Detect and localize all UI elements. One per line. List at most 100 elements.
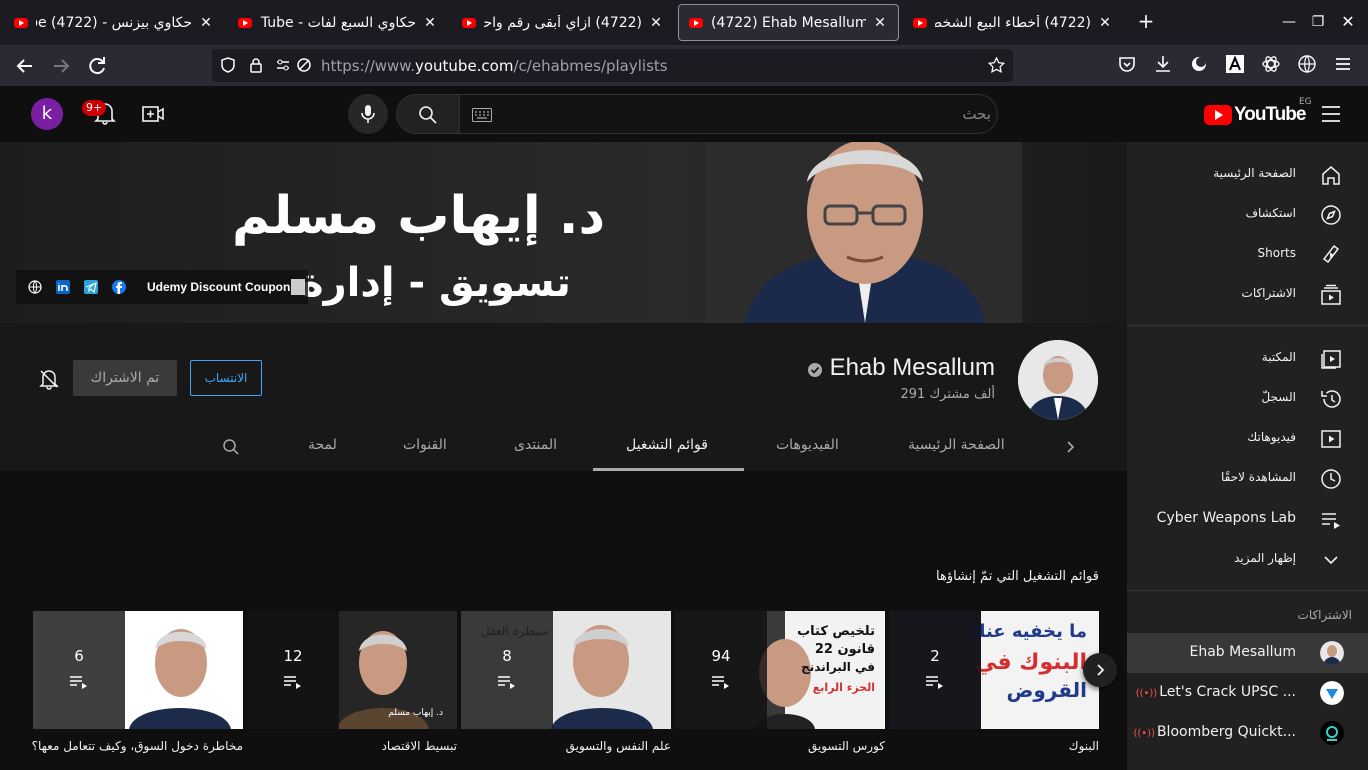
tab-channels[interactable]: القنوات (403, 437, 447, 453)
tab-home[interactable]: الصفحة الرئيسية (908, 437, 1005, 453)
playlist-title[interactable]: تبسيط الاقتصاد (382, 739, 457, 753)
close-tab-icon[interactable]: ✕ (422, 15, 438, 31)
browser-navigation-bar: https://www.youtube.com/c/ehabmes/playli… (0, 45, 1368, 86)
linkedin-icon[interactable] (56, 280, 70, 294)
video-count: 6 (74, 647, 84, 665)
close-window-icon[interactable]: ✕ (1338, 12, 1358, 32)
new-tab-icon[interactable]: + (1136, 11, 1156, 32)
guide-menu-icon[interactable] (1320, 104, 1342, 124)
svg-text:ما يخفيه عنك: ما يخفيه عنك (969, 621, 1087, 642)
sidebar-item-watch-later[interactable]: المشاهدة لاحقًا (1127, 458, 1368, 498)
extension-font-icon[interactable] (1225, 54, 1249, 78)
section-title: قوائم التشغيل التي تمّ إنشاؤها (936, 569, 1099, 584)
playlist-card[interactable]: ما يخفيه عنك البنوك في القروض 2 (889, 611, 1099, 729)
pocket-icon[interactable] (1117, 54, 1141, 78)
browser-tab[interactable]: حكاوي السبع لفات - uTube ✕ (228, 4, 448, 41)
youtube-favicon-icon (14, 17, 28, 28)
voice-search-button[interactable] (348, 94, 388, 134)
playlist-card[interactable]: تلخيص كتاب 22 قانون في البراندنج الجزء ا… (675, 611, 885, 729)
address-bar[interactable]: https://www.youtube.com/c/ehabmes/playli… (212, 49, 1013, 82)
tab-community[interactable]: المنتدى (514, 437, 557, 453)
guide-sidebar: الصفحة الرئيسية استكشاف Shorts الاشتراكا… (1127, 142, 1368, 770)
facebook-icon[interactable] (112, 280, 126, 294)
camera-blocked-icon[interactable] (296, 57, 312, 73)
downloads-icon[interactable] (1153, 54, 1177, 78)
browser-tab[interactable]: (4722) ازاي أبقى رقم واحد ✕ (452, 4, 674, 41)
search-input[interactable] (501, 101, 991, 127)
create-video-icon[interactable] (141, 102, 165, 126)
banner-subtitle: تسويق - إدارة (300, 260, 571, 306)
chevron-right-icon[interactable] (1063, 440, 1077, 454)
subscription-bloomberg[interactable]: ((•)) Bloomberg Quickt... (1127, 713, 1368, 753)
reload-icon[interactable] (85, 54, 109, 78)
sidebar-item-your-videos[interactable]: فيديوهاتك (1127, 418, 1368, 458)
website-globe-icon[interactable] (28, 280, 42, 294)
sidebar-item-home[interactable]: الصفحة الرئيسية (1127, 154, 1368, 194)
close-tab-icon[interactable]: ✕ (1097, 15, 1113, 31)
account-avatar[interactable]: k (31, 98, 63, 130)
subscription-ehab-mesallum[interactable]: Ehab Mesallum (1127, 633, 1368, 673)
browser-tab[interactable]: (4722) أخطاء البيع الشخص ✕ (903, 4, 1123, 41)
join-button[interactable]: الانتساب (190, 360, 262, 396)
close-tab-icon[interactable]: ✕ (872, 15, 888, 31)
tab-about[interactable]: لمحة (308, 437, 337, 453)
forward-arrow-icon[interactable] (49, 54, 73, 78)
youtube-logo[interactable]: YouTube EG (1204, 97, 1312, 127)
playlist-card[interactable]: د. إيهاب مسلم 12 (247, 611, 457, 729)
carousel-next-button[interactable] (1083, 653, 1117, 687)
sidebar-item-playlist[interactable]: Cyber Weapons Lab (1127, 499, 1368, 539)
playlist-title[interactable]: مخاطرة دخول السوق، وكيف تتعامل معها؟ (32, 739, 243, 753)
playlist-title[interactable]: البنوك (1069, 739, 1099, 753)
subscribed-button[interactable]: تم الاشتراك (73, 360, 177, 396)
video-count: 8 (502, 647, 512, 665)
browser-tab-active[interactable]: (4722) Ehab Mesallum - Y ✕ (678, 4, 899, 41)
sidebar-item-explore[interactable]: استكشاف (1127, 194, 1368, 234)
sidebar-item-shorts[interactable]: Shorts (1127, 234, 1368, 274)
youtube-favicon-icon (462, 17, 476, 28)
playlist-card[interactable]: سيطرة العقل 8 (461, 611, 671, 729)
lock-icon[interactable] (248, 57, 264, 73)
close-tab-icon[interactable]: ✕ (648, 15, 664, 31)
subscription-lets-crack-upsc[interactable]: ((•)) Let's Crack UPSC ... (1127, 673, 1368, 713)
tab-playlists[interactable]: قوائم التشغيل (626, 437, 708, 453)
youtube-favicon-icon (238, 17, 252, 28)
subscriptions-heading: الاشتراكات (1297, 608, 1352, 622)
bookmark-star-icon[interactable] (988, 57, 1005, 74)
shield-icon[interactable] (220, 57, 236, 73)
close-tab-icon[interactable]: ✕ (198, 15, 214, 31)
back-arrow-icon[interactable] (13, 54, 37, 78)
telegram-icon[interactable] (84, 280, 98, 294)
channel-search-icon[interactable] (222, 438, 240, 456)
channel-avatar (1320, 681, 1344, 705)
channel-header: Ehab Mesallum 291 ألف مشترك الانتساب تم … (0, 323, 1127, 471)
search-field[interactable] (459, 94, 998, 134)
minimize-window-icon[interactable]: — (1279, 12, 1299, 32)
restore-window-icon[interactable]: ❐ (1308, 12, 1328, 32)
svg-text:22 قانون: 22 قانون (815, 642, 875, 657)
sidebar-item-subscriptions[interactable]: الاشتراكات (1127, 274, 1368, 314)
extension-react-icon[interactable] (1261, 54, 1285, 78)
svg-text:القروض: القروض (1006, 678, 1087, 702)
keyboard-icon[interactable] (472, 108, 492, 122)
playlist-title[interactable]: علم النفس والتسويق (566, 739, 671, 753)
compass-icon (1321, 205, 1341, 225)
your-videos-icon (1321, 430, 1341, 448)
search-button[interactable] (396, 94, 460, 134)
tab-videos[interactable]: الفيديوهات (776, 437, 839, 453)
extension-globe-icon[interactable] (1297, 54, 1321, 78)
playlist-title[interactable]: كورس التسويق (808, 739, 885, 753)
banner-link-label[interactable]: Udemy Discount Coupons (147, 280, 297, 294)
notification-off-bell-icon[interactable] (38, 368, 60, 390)
permissions-icon[interactable] (275, 57, 291, 73)
extension-dark-reader-icon[interactable] (1189, 54, 1213, 78)
sidebar-item-show-more[interactable]: إظهار المزيد (1127, 539, 1368, 579)
browser-tab[interactable]: حكاوي بيزنس - (4722) be ✕ (4, 4, 224, 41)
playlist-icon (498, 676, 515, 689)
sidebar-item-library[interactable]: المكتبة (1127, 338, 1368, 378)
app-menu-icon[interactable] (1333, 54, 1357, 78)
channel-avatar[interactable] (1018, 340, 1098, 420)
playlist-card[interactable]: 6 (33, 611, 243, 729)
history-icon (1321, 390, 1341, 408)
sidebar-item-history[interactable]: السجلّ (1127, 378, 1368, 418)
url-text[interactable]: https://www.youtube.com/c/ehabmes/playli… (321, 57, 668, 75)
